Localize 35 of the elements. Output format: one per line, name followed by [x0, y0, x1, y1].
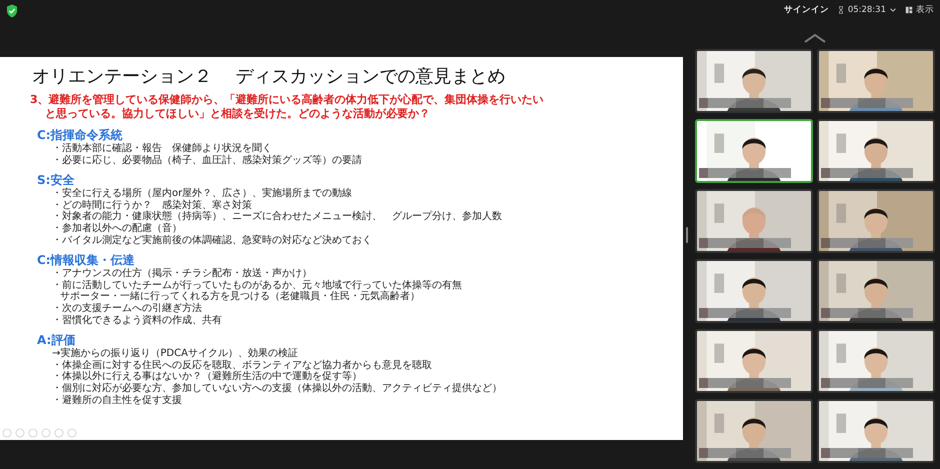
bullet-text: ・避難所の自主性を促す支援: [51, 394, 183, 406]
bullet-text: ・活動本部に確認・報告 保健師より状況を聞く: [51, 143, 273, 154]
section-heading: S:安全: [36, 173, 76, 188]
shield-icon: [6, 4, 18, 18]
question-text: 3、避難所を管理している保健師から、「避難所にいる高齢者の体力低下が心配で、集団体操を行いたい: [30, 93, 545, 107]
bullet-text: ・必要に応じ、必要物品（椅子、血圧計、感染対策グッズ等）の要請: [51, 154, 363, 166]
hourglass-icon: [836, 6, 845, 14]
bullet-text: ・体操企画に対する住民への反応を聴取、ボランティアなど協力者からも意見を聴取: [51, 360, 433, 371]
bullet-text: ・アナウンスの仕方（掲示・チラシ配布・放送・声かけ）: [51, 268, 313, 280]
resize-handle[interactable]: [686, 226, 688, 242]
bullet-text: ・前に活動していたチームが行っていたものがあるか、元々地域で行っていた体操等の有無: [51, 280, 463, 291]
bullet-text: ・どの時間に行うか？ 感染対策、寒さ対策: [51, 200, 253, 211]
bullet-text: サポーター・一緒に行ってくれる方を見つける（老健職員・住民・元気高齢者）: [59, 291, 421, 302]
slide-title: オリエンテーション２ ディスカッションでの意見まとめ: [31, 65, 507, 89]
timer-button[interactable]: 05:28:31: [836, 5, 897, 15]
bullet-text: ・次の支援チームへの引継ぎ方法: [51, 302, 203, 314]
bullet-text: ・体操以外に行える事はないか？（避難所生活の中で運動を促す等）: [51, 371, 363, 382]
sign-in-button[interactable]: サインイン: [784, 4, 829, 16]
chevron-up-icon[interactable]: [803, 33, 827, 43]
section-heading: A:評価: [36, 333, 76, 348]
bullet-text: ・安全に行える場所（屋内or屋外？、広さ）、実施場所までの動線: [51, 188, 354, 200]
bullet-text: ・習慣化できるよう資料の作成、共有: [51, 314, 223, 326]
timer-text: 05:28:31: [848, 5, 886, 15]
section-heading: C:指揮命令系統: [36, 128, 124, 142]
caret-icon: [889, 6, 897, 14]
bullet-text: ・バイタル測定など実施前後の体調確認、急変時の対応など決めておく: [51, 234, 373, 246]
bullet-text: ・対象者の能力・健康状態（持病等）、ニーズに合わせたメニュー検討、 グループ分け、参加人数: [51, 211, 503, 222]
bullet-text: →実施からの振り返り（PDCAサイクル）、効果の検証: [51, 348, 299, 360]
view-label: 表示: [916, 4, 934, 16]
section-heading: C:情報収集・伝達: [36, 253, 136, 268]
grid-icon: [905, 6, 913, 14]
bullet-text: ・参加者以外への配慮（音）: [51, 222, 183, 234]
view-button[interactable]: 表示: [905, 4, 934, 16]
question-text: と思っている。協力してほしい」と相談を受けた。どのような活動が必要か？: [44, 107, 431, 121]
bullet-text: ・個別に対応が必要な方、参加していない方への支援（体操以外の活動、アクティビティ提供など）: [51, 382, 503, 394]
